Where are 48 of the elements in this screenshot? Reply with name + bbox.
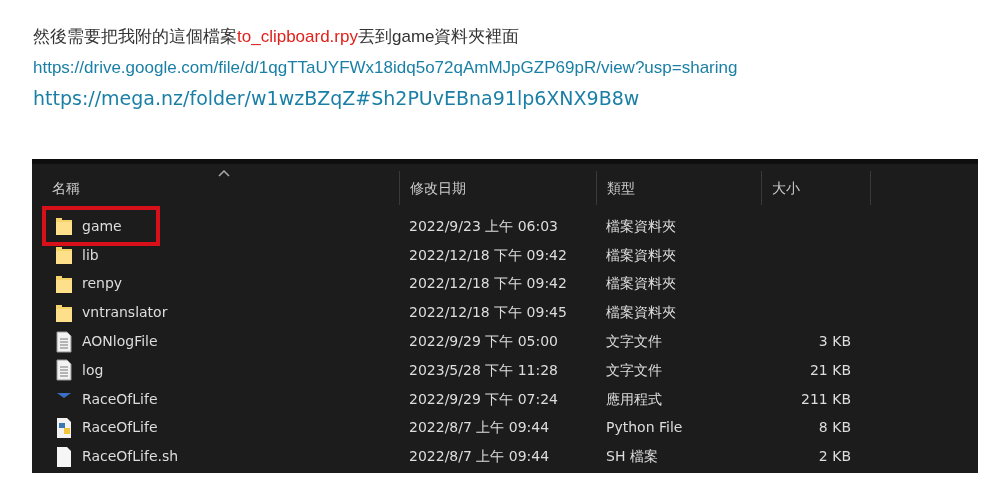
file-name[interactable]: RaceOfLife	[82, 388, 158, 410]
type-cell: 文字文件	[606, 333, 662, 350]
text-file-icon	[54, 359, 74, 382]
type-cell: Python File	[606, 419, 683, 436]
size-cell: 3 KB	[818, 333, 851, 350]
size-cell: 8 KB	[818, 419, 851, 436]
file-name[interactable]: game	[82, 215, 122, 237]
date-cell: 2023/5/28 下午 11:28	[409, 361, 559, 378]
type-cell: 應用程式	[606, 390, 662, 407]
file-icon	[54, 445, 74, 468]
folder-icon	[54, 244, 74, 267]
file-name[interactable]: RaceOfLife	[82, 417, 158, 439]
date-cell: 2022/9/23 上午 06:03	[409, 217, 559, 234]
text-file-icon	[54, 330, 74, 353]
date-cell: 2022/12/18 下午 09:45	[409, 304, 567, 321]
type-cell: 文字文件	[606, 361, 662, 378]
app-icon	[57, 392, 71, 398]
file-name[interactable]: RaceOfLife.sh	[82, 446, 179, 468]
file-name[interactable]: AONlogFile	[82, 331, 158, 353]
size-cell: 211 KB	[801, 390, 851, 407]
file-name[interactable]: lib	[82, 244, 99, 266]
python-file-icon	[54, 416, 74, 439]
date-cell: 2022/12/18 下午 09:42	[409, 246, 567, 263]
folder-icon	[54, 273, 74, 295]
column-header[interactable]: 類型	[607, 177, 635, 199]
sort-caret-icon	[218, 170, 230, 177]
type-cell: 檔案資料夾	[606, 275, 676, 292]
link[interactable]: https://mega.nz/folder/w1wzBZqZ#Sh2PUvEBna91lp6XNX9B8w	[33, 85, 1007, 111]
column-header[interactable]: 名稱	[52, 177, 80, 199]
date-cell: 2022/8/7 上午 09:44	[409, 419, 550, 436]
type-cell: SH 檔案	[606, 448, 658, 465]
type-cell: 檔案資料夾	[606, 246, 676, 263]
size-cell: 2 KB	[818, 448, 851, 465]
link[interactable]: https://drive.google.com/file/d/1qgTTaUYFWx18idq5o72qAmMJpGZP69pR/view?usp=sharing	[33, 57, 1007, 79]
date-cell: 2022/8/7 上午 09:44	[409, 448, 550, 465]
column-header[interactable]: 大小	[772, 177, 800, 199]
date-cell: 2022/12/18 下午 09:42	[409, 275, 567, 292]
size-cell: 21 KB	[809, 361, 851, 378]
date-cell: 2022/9/29 下午 07:24	[409, 390, 559, 407]
type-cell: 檔案資料夾	[606, 304, 676, 321]
date-cell: 2022/9/29 下午 05:00	[409, 333, 559, 350]
file-name[interactable]: vntranslator	[82, 302, 168, 324]
file-name[interactable]: renpy	[82, 273, 123, 295]
column-header[interactable]: 修改日期	[410, 177, 466, 199]
type-cell: 檔案資料夾	[606, 217, 676, 234]
instruction-text: 然後需要把我附的這個檔案to_clipboard.rpy丟到game資料夾裡面	[33, 26, 521, 48]
folder-icon	[54, 215, 74, 238]
file-name[interactable]: log	[82, 359, 104, 381]
